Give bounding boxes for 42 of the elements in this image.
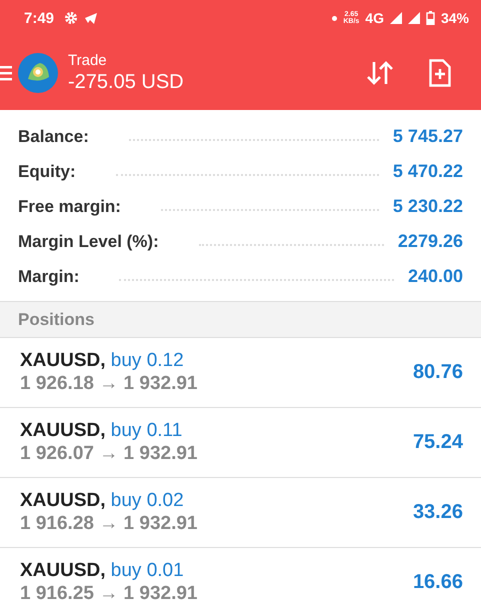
position-title: XAUUSD, buy 0.02 [20,490,185,512]
new-order-icon[interactable] [429,59,451,87]
menu-icon[interactable] [0,65,12,81]
position-row[interactable]: XAUUSD, buy 0.02 1 916.28 → 1 932.91 33.26 [0,477,481,547]
summary-label: Margin Level (%): [18,232,159,252]
battery-level: 34% [440,10,469,26]
gear-icon [64,11,78,25]
position-prices: 1 926.18 → 1 932.91 [20,373,198,395]
position-profit: 33.26 [412,501,463,524]
signal-icon [390,12,402,24]
summary-label: Margin: [18,266,80,286]
telegram-icon [84,12,98,24]
app-logo-icon [18,53,58,93]
position-profit: 16.66 [412,571,463,594]
dot-icon [332,16,338,20]
summary-label: Balance: [18,126,89,146]
position-row[interactable]: XAUUSD, buy 0.11 1 926.07 → 1 932.91 75.24 [0,407,481,477]
summary-label: Equity: [18,162,76,182]
status-time: 7:49 [24,10,54,26]
summary-value: 5 745.27 [392,126,463,147]
position-title: XAUUSD, buy 0.01 [20,560,185,582]
summary-value: 5 230.22 [392,196,463,217]
position-profit: 75.24 [412,431,463,454]
position-profit: 80.76 [412,361,463,384]
position-row[interactable]: XAUUSD, buy 0.01 1 916.25 → 1 932.91 16.66 [0,547,481,613]
summary-value: 2279.26 [398,231,463,252]
position-title: XAUUSD, buy 0.12 [20,350,185,372]
header-title: Trade [68,52,108,69]
sort-icon[interactable] [365,60,395,86]
network-type: 4G [365,10,384,26]
floating-profit: -275.05 USD [68,71,184,94]
signal-icon [408,12,420,24]
summary-value: 240.00 [408,266,463,287]
position-prices: 1 926.07 → 1 932.91 [20,443,198,465]
summary-label: Free margin: [18,196,121,216]
battery-icon [426,11,435,25]
position-title: XAUUSD, buy 0.11 [20,420,184,442]
position-prices: 1 916.28 → 1 932.91 [20,513,198,535]
summary-value: 5 470.22 [392,161,463,182]
position-prices: 1 916.25 → 1 932.91 [20,583,198,605]
section-header: Positions [0,302,481,337]
position-row[interactable]: XAUUSD, buy 0.12 1 926.18 → 1 932.91 80.76 [0,337,481,407]
